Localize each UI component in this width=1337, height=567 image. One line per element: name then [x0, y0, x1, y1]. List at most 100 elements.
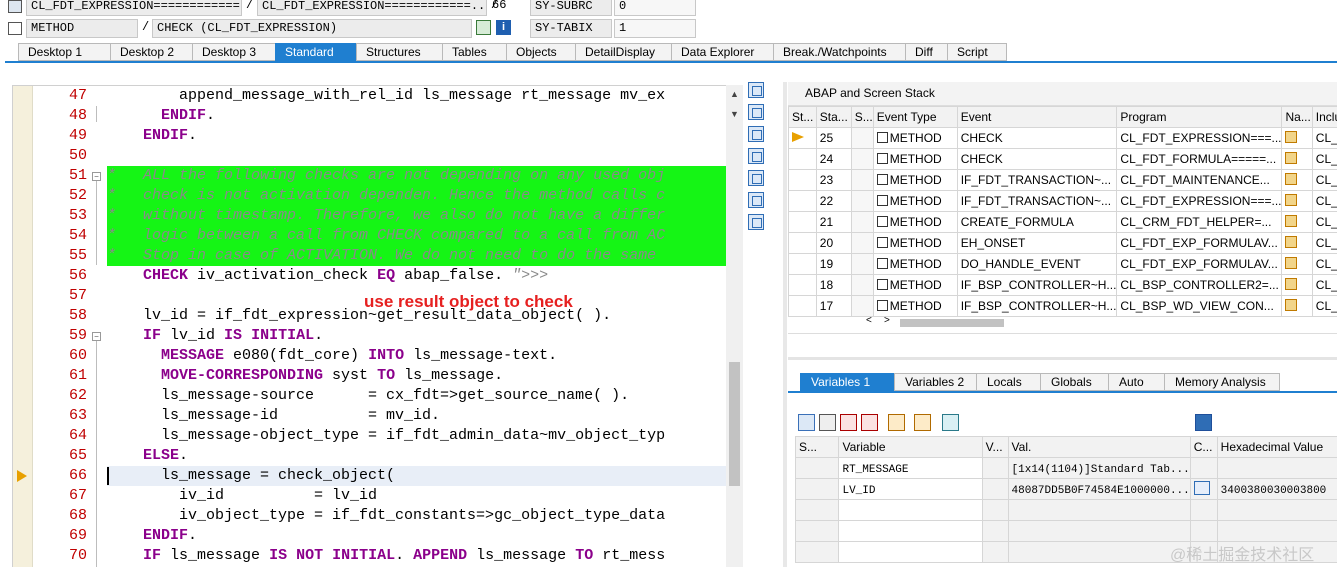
toolbar-icon[interactable] — [748, 104, 764, 120]
stack-row[interactable]: 25 METHOD CHECK CL_FDT_EXPRESSION===... CL_F — [788, 127, 1337, 149]
code-line[interactable]: 60 MESSAGE e080(fdt_core) INTO ls_messag… — [13, 346, 726, 366]
var-change-cell[interactable] — [1189, 478, 1218, 500]
code-line[interactable]: 68 iv_object_type = if_fdt_constants=>gc… — [13, 506, 726, 526]
var-hex-cell[interactable] — [1216, 499, 1337, 521]
panel-divider[interactable] — [783, 82, 787, 567]
var-col-change[interactable]: C... — [1189, 436, 1218, 458]
var-status-cell[interactable] — [794, 457, 840, 479]
var-value-cell[interactable]: [1x14(1104)]Standard Tab... — [1007, 457, 1191, 479]
delete-icon[interactable] — [798, 414, 815, 431]
var-v-cell[interactable] — [981, 478, 1009, 500]
var-col-value[interactable]: Val. — [1007, 436, 1191, 458]
code-line[interactable]: 67 iv_id = lv_id — [13, 486, 726, 506]
tab-structures[interactable]: Structures — [356, 43, 442, 61]
remove-icon[interactable] — [840, 414, 857, 431]
import-icon[interactable] — [819, 414, 836, 431]
settings-icon[interactable] — [942, 414, 959, 431]
tab-variables-2[interactable]: Variables 2 — [894, 373, 976, 391]
stack-row[interactable]: 17 METHOD IF_BSP_CONTROLLER~H... CL_BSP_WD_… — [788, 295, 1337, 317]
code-line[interactable]: 53 * without timestamp. Therefore, we als… — [13, 206, 726, 226]
toolbar-icon[interactable] — [748, 214, 764, 230]
code-line[interactable]: 50 — [13, 146, 726, 166]
var-name-cell[interactable] — [838, 499, 983, 521]
var-hex-cell[interactable]: 3400380030003800 — [1216, 478, 1337, 500]
stack-col-program[interactable]: Program — [1116, 106, 1283, 128]
tab-objects[interactable]: Objects — [506, 43, 575, 61]
stack-col-level[interactable]: Sta... — [815, 106, 852, 128]
pane-splitter[interactable] — [788, 357, 1337, 360]
toolbar-icon[interactable] — [748, 192, 764, 208]
var-hex-cell[interactable] — [1216, 457, 1337, 479]
source-icon[interactable] — [1285, 130, 1298, 143]
source-icon[interactable] — [1285, 277, 1298, 290]
code-line[interactable]: 56 CHECK iv_activation_check EQ abap_fal… — [13, 266, 726, 286]
tab-desktop-3[interactable]: Desktop 3 — [192, 43, 275, 61]
var-v-cell[interactable] — [981, 520, 1009, 542]
tab-desktop-1[interactable]: Desktop 1 — [18, 43, 110, 61]
tab-globals[interactable]: Globals — [1040, 373, 1108, 391]
tab-standard[interactable]: Standard — [275, 43, 356, 61]
code-line[interactable]: 49 ENDIF. — [13, 126, 726, 146]
var-col-status[interactable]: S... — [794, 436, 840, 458]
tab-data-explorer[interactable]: Data Explorer — [671, 43, 773, 61]
tab-auto[interactable]: Auto — [1108, 373, 1164, 391]
code-line[interactable]: 54 * logic between a call from CHECK comp… — [13, 226, 726, 246]
stack-col-include[interactable]: Inclu — [1311, 106, 1337, 128]
code-line[interactable]: 69 ENDIF. — [13, 526, 726, 546]
var-name-cell[interactable]: RT_MESSAGE — [838, 457, 983, 479]
var-value-cell[interactable] — [1007, 499, 1191, 521]
stack-row[interactable]: 21 METHOD CREATE_FORMULA CL_CRM_FDT_HELPER=… — [788, 211, 1337, 233]
tab-diff[interactable]: Diff — [905, 43, 947, 61]
var-change-cell[interactable] — [1189, 457, 1218, 479]
code-line[interactable]: 59 IF lv_id IS INITIAL. — [13, 326, 726, 346]
tab-breakpoints[interactable]: Break./Watchpoints — [773, 43, 905, 61]
source-icon[interactable] — [1285, 256, 1298, 269]
toolbar-icon[interactable] — [748, 148, 764, 164]
var-change-cell[interactable] — [1189, 520, 1218, 542]
tab-desktop-2[interactable]: Desktop 2 — [110, 43, 192, 61]
stack-row[interactable]: 20 METHOD EH_ONSET CL_FDT_EXP_FORMULAV... CL… — [788, 232, 1337, 254]
sort-icon[interactable] — [888, 414, 905, 431]
method-field[interactable]: CHECK (CL_FDT_EXPRESSION) — [152, 19, 472, 38]
remove-all-icon[interactable] — [861, 414, 878, 431]
scroll-down-icon[interactable]: ▼ — [730, 109, 739, 119]
include-field[interactable]: CL_FDT_EXPRESSION============... — [257, 0, 487, 16]
tab-script[interactable]: Script — [947, 43, 1007, 61]
var-v-cell[interactable] — [981, 499, 1009, 521]
var-name-cell[interactable] — [838, 541, 983, 563]
save-icon[interactable] — [1195, 414, 1212, 431]
export-icon[interactable] — [914, 414, 931, 431]
var-status-cell[interactable] — [794, 520, 840, 542]
stack-col-status[interactable]: St... — [788, 106, 817, 128]
code-line[interactable]: 65 ELSE. — [13, 446, 726, 466]
stack-row[interactable]: 22 METHOD IF_FDT_TRANSACTION~... CL_FDT_EXP… — [788, 190, 1337, 212]
var-v-cell[interactable] — [981, 541, 1009, 563]
stack-row[interactable]: 18 METHOD IF_BSP_CONTROLLER~H... CL_BSP_CON… — [788, 274, 1337, 296]
source-icon[interactable] — [1285, 298, 1298, 311]
var-value-cell[interactable]: 48087DD5B0F74584E1000000... — [1007, 478, 1191, 500]
stack-row[interactable]: 19 METHOD DO_HANDLE_EVENT CL_FDT_EXP_FORMUL… — [788, 253, 1337, 275]
source-icon[interactable] — [1285, 193, 1298, 206]
var-status-cell[interactable] — [794, 499, 840, 521]
stack-row[interactable]: 23 METHOD IF_FDT_TRANSACTION~... CL_FDT_MAI… — [788, 169, 1337, 191]
code-line[interactable]: 70 IF ls_message IS NOT INITIAL. APPEND … — [13, 546, 726, 566]
hscroll-thumb[interactable] — [900, 319, 1004, 327]
var-hex-cell[interactable] — [1216, 520, 1337, 542]
code-line[interactable]: 64 ls_message-object_type = if_fdt_admin… — [13, 426, 726, 446]
var-name-cell[interactable]: LV_ID — [838, 478, 983, 500]
line-number-field[interactable]: 66 — [488, 0, 526, 16]
var-change-cell[interactable] — [1189, 499, 1218, 521]
code-line[interactable]: 66 ls_message = check_object( — [13, 466, 726, 486]
stack-col-event-type[interactable]: Event Type — [872, 106, 958, 128]
var-col-v[interactable]: V... — [981, 436, 1009, 458]
var-value-cell[interactable] — [1007, 541, 1191, 563]
var-status-cell[interactable] — [794, 541, 840, 563]
scroll-right-icon[interactable]: > — [884, 315, 890, 326]
code-line[interactable]: 51 * ALL the following checks are not dep… — [13, 166, 726, 186]
scroll-left-icon[interactable]: < — [866, 315, 872, 326]
toolbar-icon[interactable] — [748, 170, 764, 186]
class-field[interactable]: CL_FDT_EXPRESSION============... — [26, 0, 242, 16]
code-line[interactable]: 62 ls_message-source = cx_fdt=>get_sourc… — [13, 386, 726, 406]
scroll-thumb[interactable] — [729, 362, 740, 486]
info-icon[interactable]: i — [496, 20, 511, 35]
